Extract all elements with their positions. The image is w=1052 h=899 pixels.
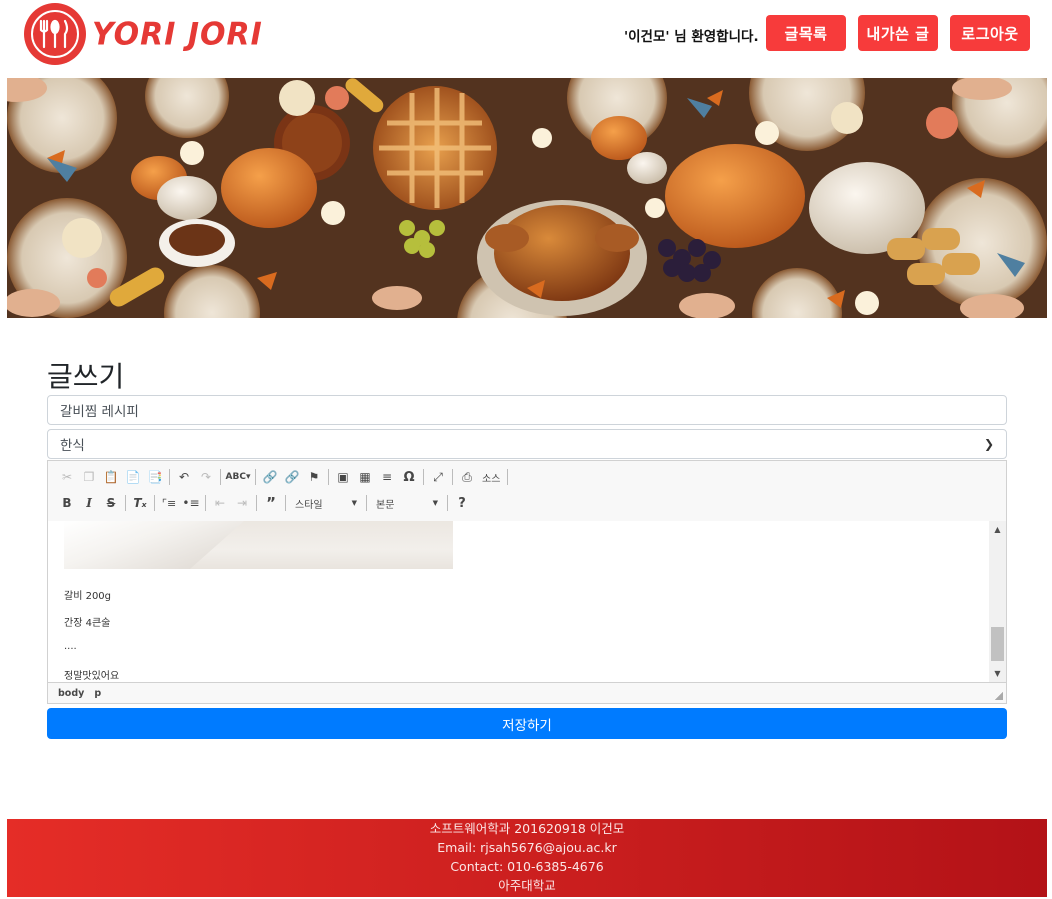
remove-format-icon[interactable]: Tₓ — [129, 492, 151, 514]
editor-content-area[interactable]: 갈비 200g 간장 4큰술 .... 정말맛있어요 ▲ ▼ — [48, 521, 1006, 682]
source-button-label[interactable]: 소스 — [478, 466, 504, 488]
bulleted-list-icon[interactable]: •≡ — [180, 492, 202, 514]
content-line: 갈비 200g — [64, 591, 112, 602]
editor-toolbar: ✂ ❐ 📋 📄 📑 ↶ ↷ ABC▾ 🔗 🔗 ⚑ ▣ ▦ ≡ Ω ⤢ ⎙ 소스 — [48, 461, 1006, 522]
paste-icon[interactable]: 📋 — [100, 466, 122, 488]
undo-icon[interactable]: ↶ — [173, 466, 195, 488]
copy-icon[interactable]: ❐ — [78, 466, 100, 488]
spellcheck-icon[interactable]: ABC▾ — [224, 466, 252, 488]
source-icon[interactable]: ⎙ — [456, 466, 478, 488]
paste-word-icon[interactable]: 📑 — [144, 466, 166, 488]
content-line: .... — [64, 641, 77, 652]
cut-icon[interactable]: ✂ — [56, 466, 78, 488]
caret-down-icon: ▼ — [351, 499, 357, 507]
welcome-message: '이건모' 님 환영합니다. — [624, 29, 759, 45]
format-dropdown[interactable]: 본문 ▼ — [370, 493, 444, 513]
scroll-down-icon[interactable]: ▼ — [989, 665, 1006, 682]
logo-text: YORI JORI — [92, 15, 263, 53]
content-line: 정말맛있어요 — [64, 671, 120, 682]
site-header: YORI JORI '이건모' 님 환영합니다. 글목록 내가쓴 글 로그아웃 — [0, 0, 1052, 78]
outdent-icon[interactable]: ⇤ — [209, 492, 231, 514]
banner-image — [7, 78, 1047, 318]
content-line: 간장 4큰술 — [64, 618, 111, 629]
style-dropdown[interactable]: 스타일 ▼ — [289, 493, 363, 513]
footer-contact: Contact: 010-6385-4676 — [450, 859, 604, 874]
logo-emblem-icon — [24, 3, 86, 65]
caret-down-icon: ▼ — [432, 499, 438, 507]
help-icon[interactable]: ? — [451, 492, 473, 514]
rich-text-editor: ✂ ❐ 📋 📄 📑 ↶ ↷ ABC▾ 🔗 🔗 ⚑ ▣ ▦ ≡ Ω ⤢ ⎙ 소스 — [47, 460, 1007, 704]
special-char-icon[interactable]: Ω — [398, 466, 420, 488]
strikethrough-icon[interactable]: S — [100, 492, 122, 514]
blockquote-icon[interactable]: ” — [260, 492, 282, 514]
site-footer: 소프트웨어학과 201620918 이건모 Email: rjsah5676@a… — [7, 819, 1047, 897]
category-select[interactable]: 한식 ❯ — [47, 429, 1007, 459]
numbered-list-icon[interactable]: ⌜≡ — [158, 492, 180, 514]
anchor-icon[interactable]: ⚑ — [303, 466, 325, 488]
element-path-bar: body p — [48, 682, 1006, 703]
image-icon[interactable]: ▣ — [332, 466, 354, 488]
format-dropdown-label: 본문 — [376, 499, 395, 511]
page-title: 글쓰기 — [47, 360, 125, 393]
paste-text-icon[interactable]: 📄 — [122, 466, 144, 488]
redo-icon[interactable]: ↷ — [195, 466, 217, 488]
post-title-input[interactable]: 갈비찜 레시피 — [47, 395, 1007, 425]
footer-email: Email: rjsah5676@ajou.ac.kr — [437, 840, 617, 855]
indent-icon[interactable]: ⇥ — [231, 492, 253, 514]
scroll-up-icon[interactable]: ▲ — [989, 521, 1006, 538]
save-button[interactable]: 저장하기 — [47, 708, 1007, 739]
category-value: 한식 — [60, 438, 85, 454]
unlink-icon[interactable]: 🔗 — [281, 466, 303, 488]
content-image — [64, 521, 453, 569]
post-title-value: 갈비찜 레시피 — [60, 404, 139, 420]
table-icon[interactable]: ▦ — [354, 466, 376, 488]
resize-handle-icon[interactable] — [995, 692, 1003, 700]
path-body[interactable]: body — [58, 688, 84, 699]
italic-icon[interactable]: I — [78, 492, 100, 514]
horizontal-rule-icon[interactable]: ≡ — [376, 466, 398, 488]
bold-icon[interactable]: B — [56, 492, 78, 514]
my-posts-button[interactable]: 내가쓴 글 — [858, 15, 938, 51]
maximize-icon[interactable]: ⤢ — [427, 466, 449, 488]
footer-school: 아주대학교 — [498, 878, 556, 893]
chevron-down-icon: ❯ — [983, 437, 994, 451]
site-logo[interactable]: YORI JORI — [24, 3, 263, 65]
footer-author: 소프트웨어학과 201620918 이건모 — [429, 821, 625, 836]
link-icon[interactable]: 🔗 — [259, 466, 281, 488]
post-list-button[interactable]: 글목록 — [766, 15, 846, 51]
logout-button[interactable]: 로그아웃 — [950, 15, 1030, 51]
style-dropdown-label: 스타일 — [295, 499, 323, 511]
editor-scrollbar[interactable]: ▲ ▼ — [989, 521, 1006, 682]
scrollbar-thumb[interactable] — [991, 627, 1004, 661]
path-p[interactable]: p — [94, 688, 101, 699]
